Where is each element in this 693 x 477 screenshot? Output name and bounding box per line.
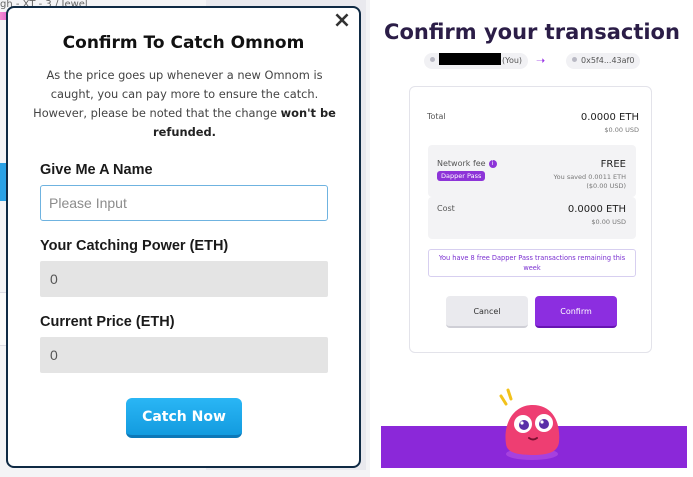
- total-eth: 0.0000 ETH: [580, 112, 639, 123]
- catching-power-label: Your Catching Power (ETH): [40, 238, 229, 254]
- description-suffix: .: [211, 125, 216, 139]
- dapper-pass-badge: Dapper Pass: [437, 171, 486, 181]
- total-label: Total: [427, 112, 446, 121]
- to-address-pill: 0x5f4...43af0: [566, 53, 641, 69]
- close-icon[interactable]: ×: [331, 10, 353, 32]
- cost-box: Cost 0.0000 ETH $0.00 USD: [428, 197, 636, 239]
- info-icon[interactable]: i: [488, 160, 497, 168]
- catch-now-button[interactable]: Catch Now: [126, 398, 242, 438]
- modal-description: As the price goes up whenever a new Omno…: [32, 66, 337, 142]
- transaction-card: Total 0.0000 ETH $0.00 USD Network fee i …: [409, 86, 652, 353]
- total-usd: $0.00 USD: [604, 126, 639, 134]
- cost-label: Cost: [437, 204, 455, 213]
- arrow-right-icon: ➝: [536, 54, 546, 67]
- network-fee-box: Network fee i Dapper Pass FREE You saved …: [428, 145, 636, 197]
- mascot-blob-icon: [499, 388, 560, 460]
- description-text: As the price goes up whenever a new Omno…: [33, 68, 323, 120]
- network-fee-value: FREE: [600, 159, 626, 170]
- cancel-button[interactable]: Cancel: [446, 296, 528, 328]
- current-price-label: Current Price (ETH): [40, 314, 175, 330]
- to-address: 0x5f4...43af0: [581, 56, 635, 65]
- fee-saved-usd: ($0.00 USD): [586, 182, 626, 190]
- transaction-title: Confirm your transaction: [384, 20, 680, 44]
- network-fee-text: Network fee: [437, 159, 486, 168]
- cost-usd: $0.00 USD: [591, 218, 626, 226]
- confirm-button[interactable]: Confirm: [535, 296, 617, 328]
- cost-eth: 0.0000 ETH: [567, 204, 626, 215]
- current-price-field: 0: [40, 337, 328, 373]
- catch-confirm-modal: × Confirm To Catch Omnom As the price go…: [6, 6, 361, 468]
- from-address-pill: (You): [424, 53, 529, 69]
- address-row: (You) ➝ 0x5f4...43af0: [420, 52, 680, 70]
- catching-power-field[interactable]: 0: [40, 261, 328, 297]
- free-transactions-notice: You have 8 free Dapper Pass transactions…: [428, 249, 636, 277]
- network-fee-label: Network fee i: [437, 159, 497, 168]
- wallet-dot-icon: [430, 57, 435, 62]
- redacted-address: [439, 53, 501, 65]
- modal-title: Confirm To Catch Omnom: [62, 33, 305, 53]
- from-you-label: (You): [502, 56, 523, 65]
- name-input[interactable]: [40, 185, 328, 221]
- wallet-dot-icon: [572, 57, 577, 62]
- name-field-label: Give Me A Name: [40, 162, 153, 178]
- sparkle-icon: [499, 388, 513, 406]
- fee-saved-eth: You saved 0.0011 ETH: [553, 173, 626, 181]
